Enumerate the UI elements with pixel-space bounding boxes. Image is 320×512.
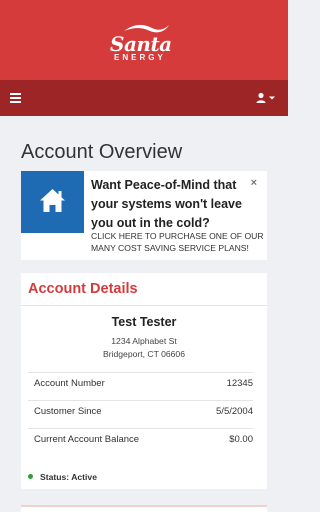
detail-row-customer-since: Customer Since 5/5/2004 [28, 400, 253, 422]
detail-row-balance: Current Account Balance $0.00 [28, 428, 253, 450]
navbar [0, 80, 288, 116]
detail-label: Customer Since [34, 406, 102, 417]
user-menu-button[interactable] [256, 91, 278, 105]
detail-label: Current Account Balance [34, 434, 140, 445]
detail-value: 12345 [226, 378, 253, 389]
promo-banner[interactable]: Want Peace-of-Mind that your systems won… [21, 171, 267, 260]
account-details-title: Account Details [28, 281, 138, 297]
promo-link[interactable]: CLICK HERE TO PURCHASE ONE OF OUR MANY C… [91, 230, 267, 254]
detail-row-account-number: Account Number 12345 [28, 372, 253, 394]
account-holder-name: Test Tester [111, 315, 177, 329]
status-text: Status: Active [40, 472, 97, 482]
account-status: Status: Active [28, 472, 97, 482]
detail-label: Account Number [34, 378, 105, 389]
santa-energy-logo[interactable]: Santa ENERGY [108, 22, 183, 62]
divider [21, 305, 267, 306]
caret-down-icon [269, 96, 275, 100]
status-dot-icon [28, 474, 33, 479]
next-card-edge [21, 505, 267, 512]
detail-value: 5/5/2004 [216, 406, 253, 417]
page-title: Account Overview [21, 141, 183, 163]
user-icon [256, 92, 266, 103]
close-icon[interactable]: × [251, 177, 257, 189]
promo-headline: Want Peace-of-Mind that your systems won… [91, 178, 242, 230]
app-header: Santa ENERGY [0, 0, 288, 80]
account-details-card: Account Details Test Tester 1234 Alphabe… [21, 273, 267, 489]
address-line-1: 1234 Alphabet St [111, 336, 177, 346]
detail-value: $0.00 [229, 434, 253, 445]
hamburger-menu-icon[interactable] [10, 93, 21, 103]
logo-subtitle: ENERGY [114, 53, 166, 62]
home-icon [21, 171, 84, 233]
address-line-2: Bridgeport, CT 06606 [102, 349, 185, 359]
